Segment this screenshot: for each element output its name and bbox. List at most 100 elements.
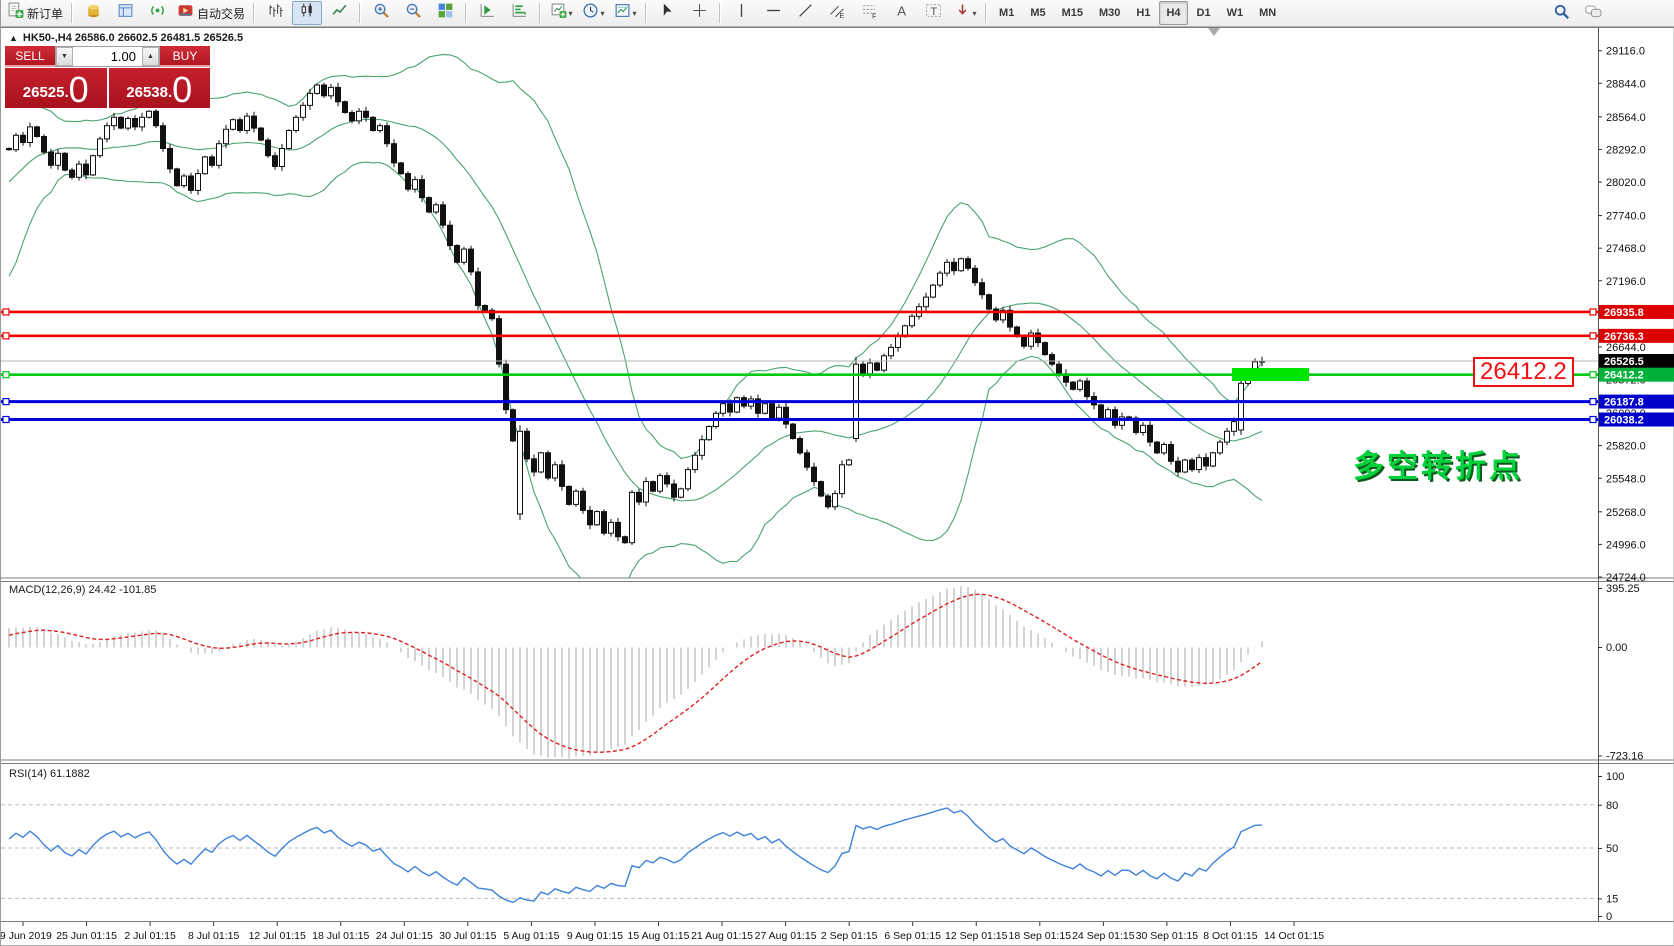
toolbar-button-arrange-vertical[interactable]: [472, 1, 502, 25]
chevron-down-icon[interactable]: ▾: [601, 9, 605, 18]
timeframe-button-W1[interactable]: W1: [1220, 1, 1251, 25]
timeframe-button-M5[interactable]: M5: [1023, 1, 1052, 25]
buy-price-dec: 0: [172, 69, 193, 110]
hline-handle[interactable]: [2, 371, 10, 379]
toolbar-button-fibonacci[interactable]: F: [854, 1, 884, 25]
timeframe-button-M30[interactable]: M30: [1092, 1, 1127, 25]
time-axis-label: 18 Jul 01:15: [312, 930, 369, 942]
timeframe-button-M15[interactable]: M15: [1055, 1, 1090, 25]
toolbar-button-equidistant-channel[interactable]: E: [822, 1, 852, 25]
toolbar-button-navigator[interactable]: [110, 1, 140, 25]
toolbar-button-arrange-horizontal[interactable]: [504, 1, 534, 25]
candle-body: [951, 261, 957, 272]
volume-increase-button[interactable]: ▲: [142, 47, 159, 66]
toolbar-separator: [359, 3, 362, 23]
candle-body: [846, 459, 852, 466]
main-chart-pane[interactable]: [1, 54, 1598, 594]
sell-button[interactable]: SELL: [5, 46, 55, 67]
svg-text:50: 50: [1606, 843, 1618, 855]
hline-handle[interactable]: [2, 308, 10, 316]
volume-decrease-button[interactable]: ▼: [56, 47, 73, 66]
chart-canvas[interactable]: 29116.0 28844.0 28564.0 28292.0 28020.0 27740…: [1, 27, 1674, 946]
candle-body: [594, 511, 600, 526]
candle-body: [881, 355, 887, 371]
toolbar-button-horizontal-line[interactable]: [758, 1, 788, 25]
toolbar-button-cursor[interactable]: [652, 1, 682, 25]
toolbar-button-candles-chart[interactable]: [292, 1, 323, 25]
hline-handle[interactable]: [1589, 415, 1597, 424]
toolbar-button-new-chart[interactable]: ▾: [546, 1, 576, 25]
turning-point-annotation[interactable]: 多空转折点: [1353, 441, 1523, 486]
toolbar-button-arrows[interactable]: ▾: [950, 1, 980, 25]
hline-handle[interactable]: [1589, 397, 1597, 406]
toolbar-button-trendline[interactable]: [790, 1, 820, 25]
candle-body: [1126, 416, 1132, 419]
buy-button[interactable]: BUY: [160, 46, 210, 67]
toolbar-button-zoom-out[interactable]: [398, 1, 428, 25]
timeframe-button-D1[interactable]: D1: [1190, 1, 1218, 25]
toolbar-button-text[interactable]: A: [886, 1, 916, 25]
hline-handle[interactable]: [2, 415, 10, 424]
timeframe-button-MN[interactable]: MN: [1252, 1, 1283, 25]
sell-price-button[interactable]: 26525. 0: [5, 68, 107, 108]
chevron-down-icon[interactable]: ▾: [569, 9, 573, 18]
chevron-down-icon[interactable]: ▾: [973, 9, 977, 18]
toolbar-button-periods[interactable]: ▾: [578, 1, 608, 25]
toolbar-button-signal[interactable]: [142, 1, 172, 25]
toolbar-button-market-watch[interactable]: [78, 1, 108, 25]
toolbar-button-vertical-line[interactable]: [726, 1, 756, 25]
svg-text:T: T: [930, 6, 937, 18]
hline-handle[interactable]: [2, 332, 10, 340]
buy-price-button[interactable]: 26538. 0: [108, 68, 210, 110]
chevron-down-icon[interactable]: ▾: [633, 9, 637, 18]
toolbar-button-crosshair[interactable]: [684, 1, 714, 25]
candle-body: [972, 267, 978, 284]
candle-body: [433, 204, 439, 213]
candle-body: [349, 112, 355, 122]
candle-body: [55, 152, 61, 166]
time-axis-label: 12 Sep 01:15: [945, 930, 1008, 942]
candle-body: [1217, 441, 1223, 454]
rsi-pane[interactable]: [1, 804, 1598, 904]
hline-handle[interactable]: [2, 397, 10, 406]
timeframe-button-M1[interactable]: M1: [992, 1, 1021, 25]
symbol-ohlc-text: HK50-,H4 26586.0 26602.5 26481.5 26526.5: [22, 32, 244, 44]
toolbar-button-text-label[interactable]: T: [918, 1, 948, 25]
candle-body: [776, 406, 782, 419]
toolbar-button-search[interactable]: [1546, 2, 1576, 26]
toolbar-button-templates[interactable]: ▾: [610, 1, 640, 25]
candle-body: [20, 134, 26, 144]
toolbar-button-zoom-in[interactable]: [366, 1, 396, 25]
candle-body: [615, 521, 621, 538]
timeframe-button-H1[interactable]: H1: [1129, 1, 1157, 25]
hline-handle[interactable]: [1589, 332, 1597, 340]
collapse-panel-icon[interactable]: ▲: [9, 33, 18, 43]
toolbar-button-line-chart[interactable]: [324, 1, 354, 25]
toolbar-button-tile-windows[interactable]: [430, 1, 460, 25]
candle-body: [1049, 354, 1055, 365]
toolbar-button-bars-chart[interactable]: [260, 1, 290, 25]
arrows-icon: [954, 2, 971, 24]
chart-shift-marker-icon[interactable]: [1208, 28, 1220, 36]
timeframe-button-H4[interactable]: H4: [1159, 1, 1188, 25]
candle-body: [468, 248, 474, 273]
time-axis-scale[interactable]: 19 Jun 2019 25 Jun 01:15 2 Jul 01:15 8 Jul …: [1, 922, 1324, 942]
price-axis-label: 27468.0: [1606, 243, 1646, 255]
price-axis-label: 27740.0: [1606, 211, 1646, 223]
price-axis-label: 25548.0: [1606, 473, 1646, 485]
candle-body: [769, 403, 775, 419]
macd-pane[interactable]: [8, 586, 1263, 759]
highlight-zone-rect[interactable]: [1232, 368, 1309, 381]
candle-body: [790, 423, 796, 440]
price-callout-label[interactable]: 26412.2: [1473, 357, 1574, 387]
candle-body: [671, 483, 677, 498]
volume-input[interactable]: [73, 47, 142, 66]
price-axis-scale[interactable]: 29116.0 28844.0 28564.0 28292.0 28020.0 27740…: [1598, 46, 1674, 584]
hline-handle[interactable]: [1589, 308, 1597, 316]
market-watch-icon: [85, 2, 102, 24]
hline-handle[interactable]: [1589, 371, 1597, 379]
toolbar-button-chat[interactable]: [1578, 2, 1608, 26]
candle-body: [265, 139, 271, 157]
toolbar-button-autotrading[interactable]: 自动交易: [174, 1, 248, 25]
toolbar-button-new-order[interactable]: 新订单: [4, 1, 66, 25]
